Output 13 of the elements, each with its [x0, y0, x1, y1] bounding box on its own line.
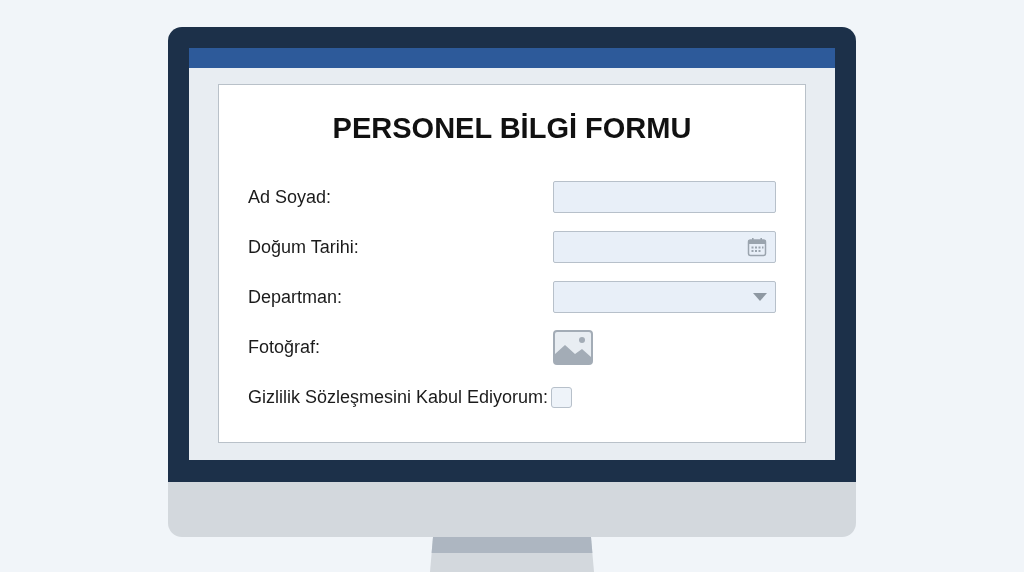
- form-title: PERSONEL BİLGİ FORMU: [331, 111, 693, 146]
- field-label: Gizlilik Sözleşmesini Kabul Ediyorum:: [248, 386, 550, 408]
- date-field[interactable]: [553, 231, 776, 263]
- field-label: Departman:: [248, 286, 344, 308]
- checkbox[interactable]: [551, 386, 572, 408]
- field-label: Ad Soyad:: [248, 186, 333, 208]
- dropdown-field[interactable]: [553, 281, 776, 313]
- input-field[interactable]: [553, 181, 776, 213]
- caret-icon: [753, 293, 767, 301]
- field-label: Doğum Tarihi:: [248, 236, 360, 258]
- image-icon[interactable]: [553, 329, 593, 365]
- calendar-icon: [747, 237, 767, 257]
- field-label: Fotoğraf:: [248, 336, 322, 358]
